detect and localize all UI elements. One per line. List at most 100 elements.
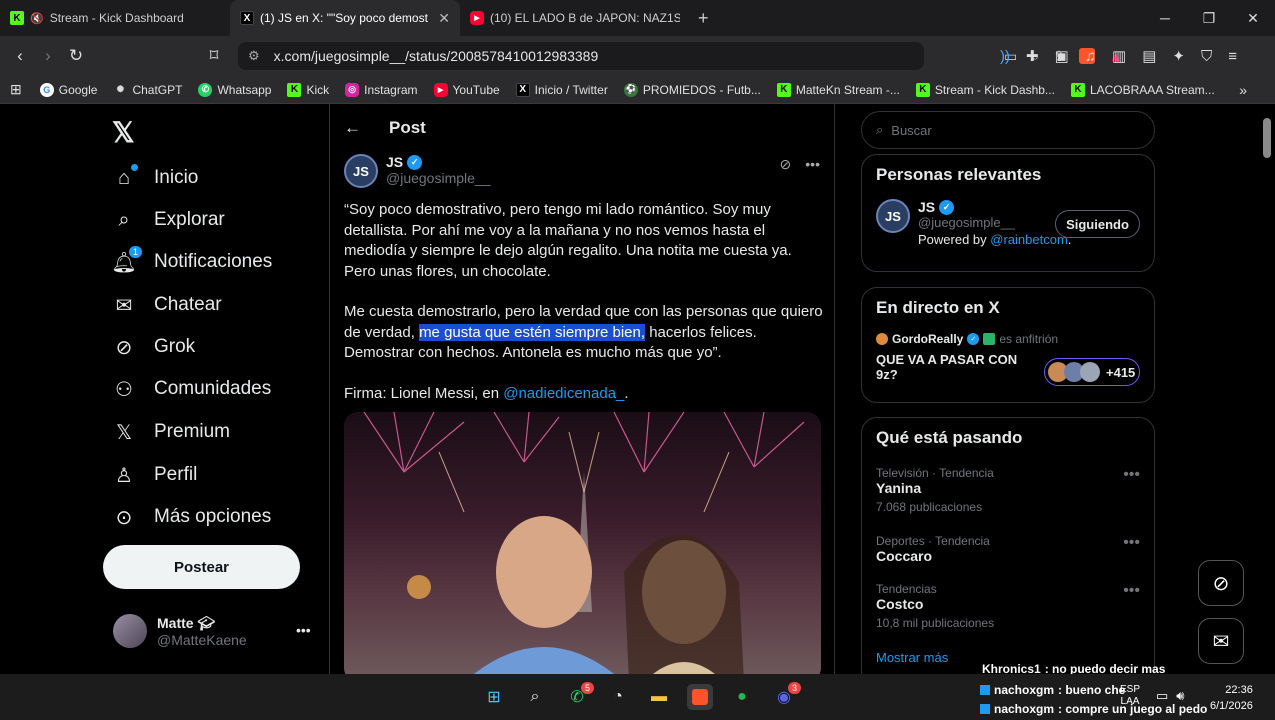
volume-icon[interactable]: 🔊︎ bbox=[1176, 688, 1184, 704]
grok-fab-button[interactable]: ⊘ bbox=[1198, 560, 1244, 606]
back-button[interactable]: ‹ bbox=[6, 46, 34, 66]
extensions-icon[interactable]: ✚ bbox=[1026, 47, 1039, 65]
grok-icon[interactable]: ⊘ bbox=[780, 156, 792, 173]
new-tab-button[interactable]: + bbox=[698, 8, 709, 29]
host-name: GordoReally bbox=[892, 332, 964, 346]
more-bookmarks-icon[interactable]: » bbox=[1239, 82, 1247, 98]
windows-start-icon[interactable]: ⊞ bbox=[481, 684, 507, 710]
nav-communities[interactable]: ⚇ Comunidades bbox=[112, 377, 271, 401]
more-dots-icon[interactable]: ••• bbox=[1123, 534, 1140, 552]
bio-link[interactable]: @rainbetcom bbox=[990, 232, 1068, 247]
post-author[interactable]: JS JS ✓ @juegosimple__ bbox=[344, 154, 491, 188]
trend-item[interactable]: Televisión · Tendencia Yanina 7.068 publ… bbox=[876, 466, 1140, 514]
nav-chat[interactable]: ✉ Chatear bbox=[112, 293, 222, 317]
bookmark-chatgpt[interactable]: ✺ ChatGPT bbox=[113, 83, 183, 97]
account-switcher[interactable]: Matte 🎓︎ @MatteKaene ••• bbox=[113, 614, 311, 648]
nav-profile[interactable]: ♙ Perfil bbox=[112, 463, 197, 487]
whatsapp-icon[interactable]: ✆ 5 bbox=[564, 682, 594, 710]
messages-fab-button[interactable]: ✉ bbox=[1198, 618, 1244, 664]
menu-icon[interactable]: ≡ bbox=[1228, 48, 1237, 65]
card-title: Qué está pasando bbox=[876, 428, 1023, 447]
bookmark-twitter[interactable]: X Inicio / Twitter bbox=[515, 82, 608, 97]
home-icon: ⌂ bbox=[112, 164, 138, 190]
nav-home[interactable]: ⌂ Inicio bbox=[112, 164, 198, 190]
address-bar[interactable]: ⚙ x.com/juegosimple__/status/20085784100… bbox=[238, 42, 1123, 70]
more-dots-icon[interactable]: ••• bbox=[296, 622, 311, 638]
maximize-button[interactable]: ❐ bbox=[1187, 0, 1231, 36]
more-dots-icon[interactable]: ••• bbox=[805, 156, 820, 173]
nav-notifications[interactable]: 🔔︎ 1 Notificaciones bbox=[111, 246, 272, 274]
wallet-icon[interactable]: ▤ bbox=[1142, 47, 1156, 65]
time-text: 22:36 bbox=[1225, 684, 1253, 696]
site-settings-icon[interactable]: ⚙ bbox=[248, 48, 260, 64]
post-image[interactable] bbox=[344, 412, 821, 674]
bookmark-promiedos[interactable]: ⚽ PROMIEDOS - Futb... bbox=[623, 82, 761, 97]
page-title: Post bbox=[389, 118, 426, 137]
bookmark-google[interactable]: G Google bbox=[39, 82, 97, 97]
tab-kick-dashboard[interactable]: K 🔇 Stream - Kick Dashboard bbox=[0, 0, 230, 36]
post-actions: ⊘ ••• bbox=[780, 156, 820, 173]
author-name[interactable]: JS ✓ bbox=[386, 154, 491, 170]
more-dots-icon[interactable]: ••• bbox=[1123, 466, 1140, 484]
app-icon[interactable]: ◔ bbox=[605, 684, 631, 710]
file-explorer-icon[interactable]: ▬ bbox=[646, 684, 672, 710]
author-handle[interactable]: @juegosimple__ bbox=[386, 170, 491, 186]
card-title: En directo en X bbox=[876, 298, 1000, 317]
scrollbar-thumb[interactable] bbox=[1263, 118, 1271, 158]
trend-item[interactable]: Deportes · Tendencia Coccaro ••• bbox=[876, 534, 1140, 564]
network-icon[interactable]: ▭ bbox=[1156, 688, 1168, 704]
nav-grok[interactable]: ⊘ Grok bbox=[112, 335, 196, 359]
close-tab-icon[interactable]: ✕ bbox=[438, 10, 450, 27]
nav-more[interactable]: ⊙ Más opciones bbox=[112, 505, 272, 529]
author-avatar[interactable]: JS bbox=[344, 154, 378, 188]
tab-youtube[interactable]: ▶ (10) EL LADO B de JAPON: NAZ1SMO bbox=[460, 0, 690, 36]
leo-icon[interactable]: ✦ bbox=[1172, 47, 1185, 65]
mute-icon[interactable]: 🔇 bbox=[30, 12, 44, 25]
minimize-button[interactable]: ─ bbox=[1143, 0, 1187, 36]
language-indicator[interactable]: ESP LAA bbox=[1120, 684, 1140, 708]
nav-premium[interactable]: 𝕏 Premium bbox=[112, 420, 230, 444]
bookmark-kick[interactable]: K Kick bbox=[287, 82, 329, 97]
media-icon[interactable]: ♫ bbox=[1085, 48, 1096, 65]
bookmark-whatsapp[interactable]: ✆ Whatsapp bbox=[198, 82, 271, 97]
reload-button[interactable]: ↻ bbox=[62, 46, 90, 66]
search-input[interactable]: ⌕ Buscar bbox=[861, 111, 1155, 149]
mention-link[interactable]: @nadiedicenada_ bbox=[503, 385, 624, 402]
search-icon[interactable]: ⌕ bbox=[522, 684, 548, 710]
affiliate-icon bbox=[983, 333, 996, 345]
nav-label: Perfil bbox=[154, 464, 198, 485]
post-button[interactable]: Postear bbox=[103, 545, 300, 589]
bookmark-lacobraaa[interactable]: K LACOBRAAA Stream... bbox=[1070, 82, 1215, 97]
bookmark-kick-dashboard[interactable]: K Stream - Kick Dashb... bbox=[915, 82, 1055, 97]
bookmark-mattekn[interactable]: K MatteKn Stream -... bbox=[776, 82, 900, 97]
tab-x-post[interactable]: X (1) JS en X: ""Soy poco demostra ✕ bbox=[230, 0, 460, 36]
close-window-button[interactable]: ✕ bbox=[1231, 0, 1275, 36]
screenshot-icon[interactable]: ▣ bbox=[1055, 47, 1069, 65]
nav-explore[interactable]: ⌕ Explorar bbox=[112, 208, 224, 232]
more-dots-icon[interactable]: ••• bbox=[1123, 582, 1140, 600]
x-logo-icon[interactable]: 𝕏 bbox=[112, 116, 135, 149]
trend-title: Yanina bbox=[876, 480, 922, 496]
bookmark-icon[interactable]: ⌑ bbox=[200, 46, 228, 66]
live-host[interactable]: GordoReally ✓ es anfitrión bbox=[876, 332, 1140, 346]
forward-button[interactable]: › bbox=[34, 46, 62, 66]
back-arrow-icon[interactable]: ← bbox=[344, 118, 361, 138]
vpn-icon[interactable]: ⛉ bbox=[1201, 48, 1212, 65]
live-topic[interactable]: QUE VA A PASAR CON 9z? bbox=[876, 352, 1026, 382]
audio-icon[interactable]: )) bbox=[1000, 48, 1010, 65]
post-paragraph: “Soy poco demostrativo, pero tengo mi la… bbox=[344, 201, 792, 280]
bookmark-youtube[interactable]: ▶ YouTube bbox=[433, 82, 500, 97]
relevant-people-card: Personas relevantes JS JS ✓ @juegosimple_… bbox=[861, 154, 1155, 272]
bookmark-instagram[interactable]: ◎ Instagram bbox=[345, 82, 418, 97]
following-button[interactable]: Siguiendo bbox=[1055, 210, 1140, 238]
sidebar-icon[interactable]: ▥ bbox=[1112, 47, 1126, 65]
spotify-icon[interactable]: ● bbox=[729, 684, 755, 710]
apps-grid-icon[interactable]: ⊞ bbox=[10, 81, 22, 98]
trend-category: Televisión · Tendencia bbox=[876, 466, 994, 480]
trend-item[interactable]: Tendencias Costco 10,8 mil publicaciones… bbox=[876, 582, 1140, 630]
clock[interactable]: 22:36 6/1/2026 bbox=[1210, 682, 1253, 714]
avatar[interactable]: JS bbox=[876, 199, 910, 233]
discord-icon[interactable]: ◉ 3 bbox=[771, 682, 801, 710]
brave-browser-icon[interactable] bbox=[687, 684, 713, 710]
live-listeners[interactable]: +415 bbox=[1044, 358, 1140, 386]
